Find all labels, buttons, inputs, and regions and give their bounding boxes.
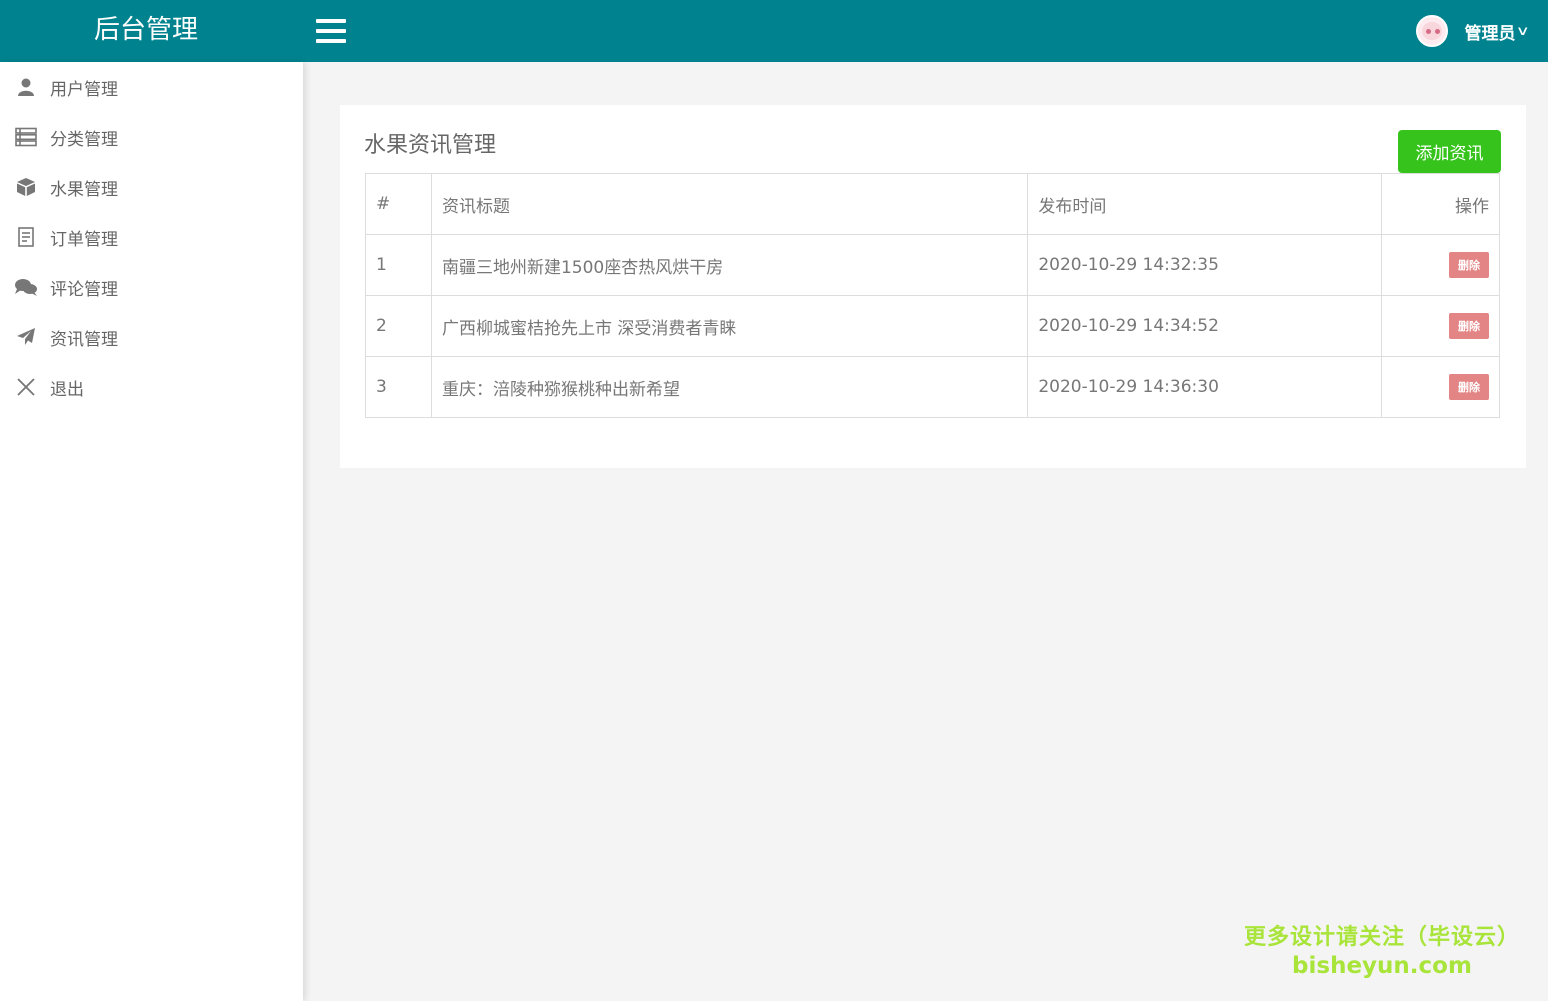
sidebar-item-categories[interactable]: 分类管理 [0,112,303,162]
sidebar-item-label: 订单管理 [50,229,118,250]
add-news-button[interactable]: 添加资讯 [1398,130,1501,173]
avatar [1416,15,1449,47]
comments-icon [14,275,38,299]
sidebar-item-label: 退出 [50,379,84,400]
sidebar-item-label: 用户管理 [50,79,118,100]
cube-icon [14,175,38,199]
news-title: 重庆：涪陵种猕猴桃种出新希望 [430,356,1029,418]
news-title: 广西柳城蜜桔抢先上市 深受消费者青睐 [430,295,1029,357]
watermark: 更多设计请关注（毕设云） bisheyun.com [1244,924,1520,980]
sidebar-item-label: 资讯管理 [50,329,118,350]
table-row: 1 南疆三地州新建1500座杏热风烘干房 2020-10-29 14:32:35… [365,234,1500,296]
sidebar-item-label: 评论管理 [50,279,118,300]
sidebar-item-label: 分类管理 [50,129,118,150]
publish-time: 2020-10-29 14:32:35 [1027,234,1383,296]
sidebar-item-logout[interactable]: 退出 [0,362,303,412]
watermark-url: bisheyun.com [1292,953,1472,979]
news-panel: 水果资讯管理 添加资讯 # 资讯标题 发布时间 操作 1 南疆三地州新建1500… [340,105,1526,468]
top-bar: 后台管理 管理员 ∨ [0,0,1548,62]
news-table: # 资讯标题 发布时间 操作 1 南疆三地州新建1500座杏热风烘干房 2020… [365,173,1500,418]
watermark-line: 更多设计请关注（毕设云） [1243,925,1520,950]
close-icon [14,375,38,399]
delete-button[interactable]: 删除 [1449,374,1489,400]
brand-title: 后台管理 [93,15,198,45]
table-header-row: # 资讯标题 发布时间 操作 [365,173,1500,235]
publish-time: 2020-10-29 14:36:30 [1027,356,1383,418]
menu-toggle-icon[interactable] [316,19,346,44]
row-index: 3 [365,356,432,418]
row-actions: 删除 [1381,295,1500,357]
table-row: 2 广西柳城蜜桔抢先上市 深受消费者青睐 2020-10-29 14:34:52… [365,295,1500,357]
list-icon [14,125,38,149]
sidebar-item-orders[interactable]: 订单管理 [0,212,303,262]
news-title: 南疆三地州新建1500座杏热风烘干房 [430,234,1029,296]
delete-button[interactable]: 删除 [1449,313,1489,339]
chevron-down-icon: ∨ [1516,23,1531,39]
column-header: # [365,173,432,235]
column-header: 操作 [1381,173,1500,235]
row-actions: 删除 [1381,234,1500,296]
sidebar-item-comments[interactable]: 评论管理 [0,262,303,312]
sidebar-item-news[interactable]: 资讯管理 [0,312,303,362]
row-actions: 删除 [1381,356,1500,418]
receipt-icon [14,225,38,249]
user-menu[interactable]: 管理员 ∨ [1416,12,1531,50]
table-row: 3 重庆：涪陵种猕猴桃种出新希望 2020-10-29 14:36:30 删除 [365,356,1500,418]
sidebar: 用户管理 分类管理 水果管理 订单管理 评论管理 资讯管理 退出 [0,62,303,1001]
sidebar-item-fruits[interactable]: 水果管理 [0,162,303,212]
column-header: 发布时间 [1027,173,1383,235]
sidebar-item-users[interactable]: 用户管理 [0,62,303,112]
sidebar-item-label: 水果管理 [50,179,118,200]
column-header: 资讯标题 [430,173,1029,235]
page-title: 水果资讯管理 [364,133,497,158]
row-index: 2 [365,295,432,357]
delete-button[interactable]: 删除 [1449,252,1489,278]
paper-plane-icon [14,325,38,349]
row-index: 1 [365,234,432,296]
user-name: 管理员 [1464,23,1516,44]
user-icon [14,75,38,99]
publish-time: 2020-10-29 14:34:52 [1027,295,1383,357]
